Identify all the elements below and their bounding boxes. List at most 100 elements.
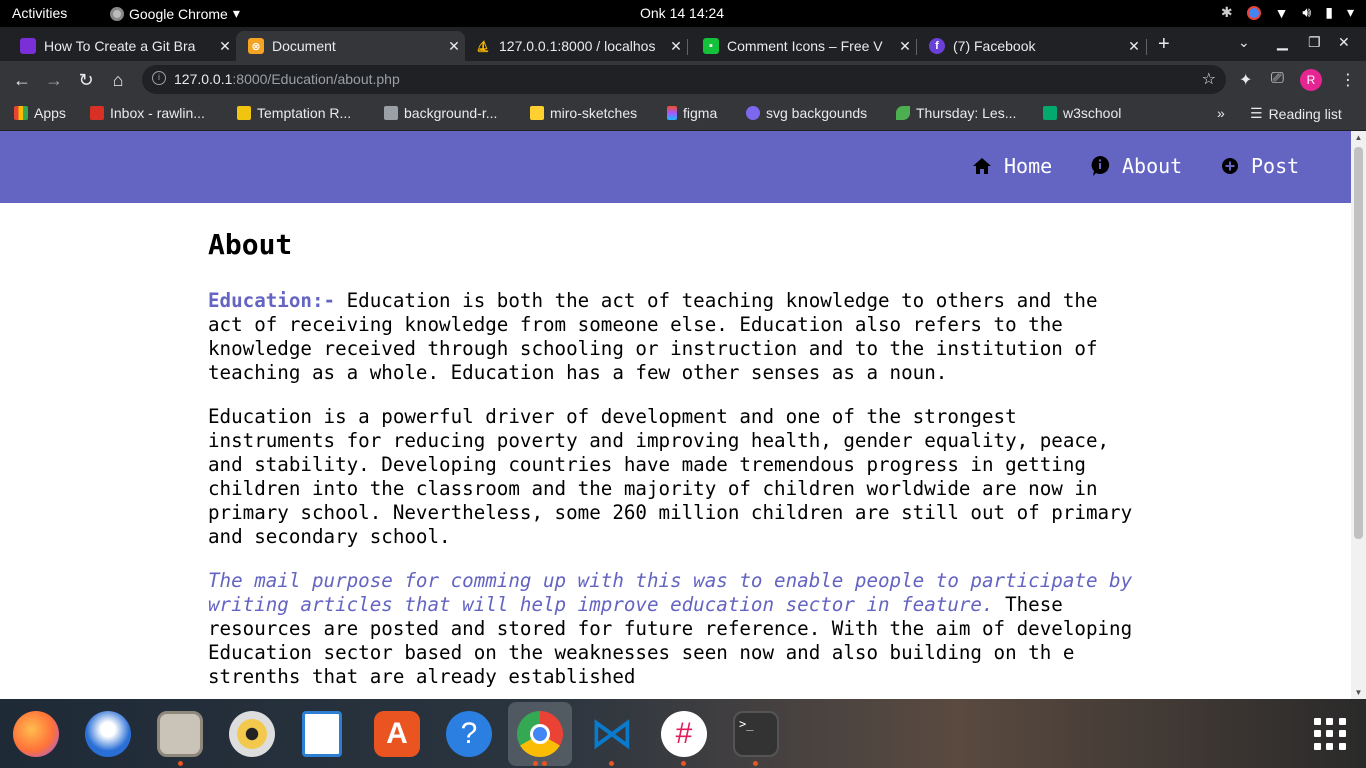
bookmark-background[interactable]: background-r... <box>384 105 497 121</box>
nav-about-link[interactable]: About <box>1090 154 1182 178</box>
chevron-down-icon[interactable]: ▾ <box>1347 4 1354 21</box>
close-icon[interactable]: ✕ <box>894 38 916 55</box>
site-info-icon[interactable]: i <box>152 71 166 85</box>
more-menu-icon[interactable]: ⋮ <box>1340 70 1356 90</box>
minimize-button[interactable]: ▁ <box>1277 34 1288 51</box>
close-icon[interactable]: ✕ <box>665 38 687 55</box>
url-text[interactable]: 127.0.0.1:8000/Education/about.php <box>174 71 400 87</box>
window-close-button[interactable]: ✕ <box>1338 34 1350 51</box>
files-icon[interactable] <box>157 711 203 757</box>
bookmark-label: background-r... <box>404 105 498 121</box>
tab-search-chevron-icon[interactable]: ⌄ <box>1238 34 1250 51</box>
libreoffice-writer-icon[interactable] <box>302 711 342 757</box>
new-tab-button[interactable]: + <box>1158 33 1170 56</box>
tab-comment-icons[interactable]: ▪ Comment Icons – Free V ✕ <box>688 31 916 61</box>
scroll-up-arrow-icon[interactable]: ▲ <box>1351 133 1366 142</box>
site-navbar: Home About Post <box>0 131 1351 203</box>
bookmark-w3school[interactable]: w3school <box>1043 105 1121 121</box>
bookmark-svg-backgrounds[interactable]: svg backgounds <box>746 105 867 121</box>
nav-home-link[interactable]: Home <box>972 154 1052 178</box>
page-scrollbar[interactable]: ▲ ▼ <box>1351 131 1366 699</box>
tab-document[interactable]: ⊗ Document ✕ <box>236 31 465 61</box>
bookmark-label: w3school <box>1063 105 1122 121</box>
bookmark-label: Temptation R... <box>257 105 352 121</box>
paragraph-importance: Education is a powerful driver of develo… <box>208 405 1133 548</box>
bookmark-label: figma <box>683 105 718 121</box>
bookmark-star-icon[interactable]: ☆ <box>1202 69 1216 89</box>
about-content: About Education:- Education is both the … <box>208 227 1143 699</box>
bookmark-label: Inbox - rawlin... <box>110 105 205 121</box>
leaf-icon <box>896 106 910 120</box>
tab-facebook[interactable]: f (7) Facebook ✕ <box>917 31 1145 61</box>
close-icon[interactable]: ✕ <box>214 38 236 55</box>
paragraph-definition: Education:- Education is both the act of… <box>208 289 1143 385</box>
tab-title: Comment Icons – Free V <box>727 38 883 54</box>
ubuntu-software-icon[interactable]: A <box>374 711 420 757</box>
scroll-down-arrow-icon[interactable]: ▼ <box>1351 688 1366 697</box>
ubuntu-dock: A ? ⋈ # >_ <box>0 699 1366 768</box>
bookmark-inbox[interactable]: Inbox - rawlin... <box>90 105 205 121</box>
bookmarks-overflow-button[interactable]: » <box>1217 105 1225 121</box>
bookmark-miro[interactable]: miro-sketches <box>530 105 637 121</box>
bookmark-apps[interactable]: Apps <box>14 105 66 121</box>
slack-icon[interactable]: # <box>661 711 707 757</box>
wifi-icon[interactable]: ▼ <box>1275 5 1289 21</box>
volume-icon[interactable]: 🔊︎ <box>1302 4 1311 21</box>
running-indicator <box>533 761 538 766</box>
running-indicator <box>609 761 614 766</box>
reload-icon[interactable]: ↻ <box>74 68 98 92</box>
tab-title: (7) Facebook <box>953 38 1036 54</box>
chevron-down-icon: ▾ <box>232 5 240 21</box>
home-icon <box>973 158 991 174</box>
back-arrow-icon[interactable]: ← <box>10 68 34 92</box>
tab-git-tutorial[interactable]: How To Create a Git Bra ✕ <box>0 31 236 61</box>
rhythmbox-icon[interactable] <box>229 711 275 757</box>
page-title: About <box>208 228 293 261</box>
maximize-button[interactable]: ❐ <box>1308 34 1321 51</box>
info-bubble-icon <box>1091 155 1110 176</box>
extensions-puzzle-icon[interactable]: ✦ <box>1239 70 1252 90</box>
cast-icon[interactable]: ⎚ <box>1271 70 1284 88</box>
activities-button[interactable]: Activities <box>12 5 67 21</box>
close-icon[interactable]: ✕ <box>1123 38 1145 55</box>
show-applications-icon[interactable] <box>1314 718 1346 750</box>
bookmark-label: svg backgounds <box>766 105 868 121</box>
scrollbar-thumb[interactable] <box>1354 147 1363 539</box>
terminal-icon[interactable]: >_ <box>733 711 779 757</box>
system-top-bar: Activities Google Chrome ▾ Onk 14 14:24 … <box>0 0 1366 27</box>
tab-title: 127.0.0.1:8000 / localhos <box>499 38 656 54</box>
address-bar[interactable]: i 127.0.0.1:8000/Education/about.php ☆ <box>142 65 1226 94</box>
bookmark-figma[interactable]: figma <box>667 105 717 121</box>
forward-arrow-icon[interactable]: → <box>42 68 66 92</box>
bookmark-thursday[interactable]: Thursday: Les... <box>896 105 1016 121</box>
bookmarks-bar: Apps Inbox - rawlin... Temptation R... b… <box>0 98 1366 131</box>
bookmark-temptation[interactable]: Temptation R... <box>237 105 351 121</box>
reading-list-icon: ☰ <box>1250 105 1263 121</box>
running-indicator <box>681 761 686 766</box>
running-indicator <box>753 761 758 766</box>
w3schools-icon <box>1043 106 1057 120</box>
tab-title: How To Create a Git Bra <box>44 38 196 54</box>
home-icon[interactable]: ⌂ <box>106 68 130 92</box>
battery-icon[interactable]: ▮ <box>1325 4 1333 21</box>
bookmark-label: miro-sketches <box>550 105 638 121</box>
system-clock[interactable]: Onk 14 14:24 <box>640 5 724 21</box>
chrome-tray-icon[interactable] <box>1246 5 1261 20</box>
key-icon <box>237 106 251 120</box>
help-icon[interactable]: ? <box>446 711 492 757</box>
close-icon[interactable]: ✕ <box>443 38 465 55</box>
profile-avatar[interactable]: R <box>1300 69 1322 91</box>
thunderbird-icon[interactable] <box>85 711 131 757</box>
app-menu[interactable]: Google Chrome ▾ <box>110 5 240 22</box>
tab-phpmyadmin[interactable]: ⛵︎ 127.0.0.1:8000 / localhos ✕ <box>465 31 687 61</box>
facebook-favicon: f <box>929 38 945 54</box>
firefox-icon[interactable] <box>13 711 59 757</box>
reading-list-button[interactable]: ☰ Reading list <box>1250 105 1342 122</box>
nav-post-link[interactable]: Post <box>1221 154 1299 178</box>
vscode-icon[interactable]: ⋈ <box>589 711 635 757</box>
paragraph-text: Education is both the act of teaching kn… <box>208 289 1098 384</box>
system-tray[interactable]: ✱ ▼ 🔊︎ ▮ ▾ <box>1221 4 1354 21</box>
chrome-icon[interactable] <box>517 711 563 757</box>
slack-tray-icon[interactable]: ✱ <box>1221 4 1233 21</box>
xampp-favicon: ⊗ <box>248 38 264 54</box>
